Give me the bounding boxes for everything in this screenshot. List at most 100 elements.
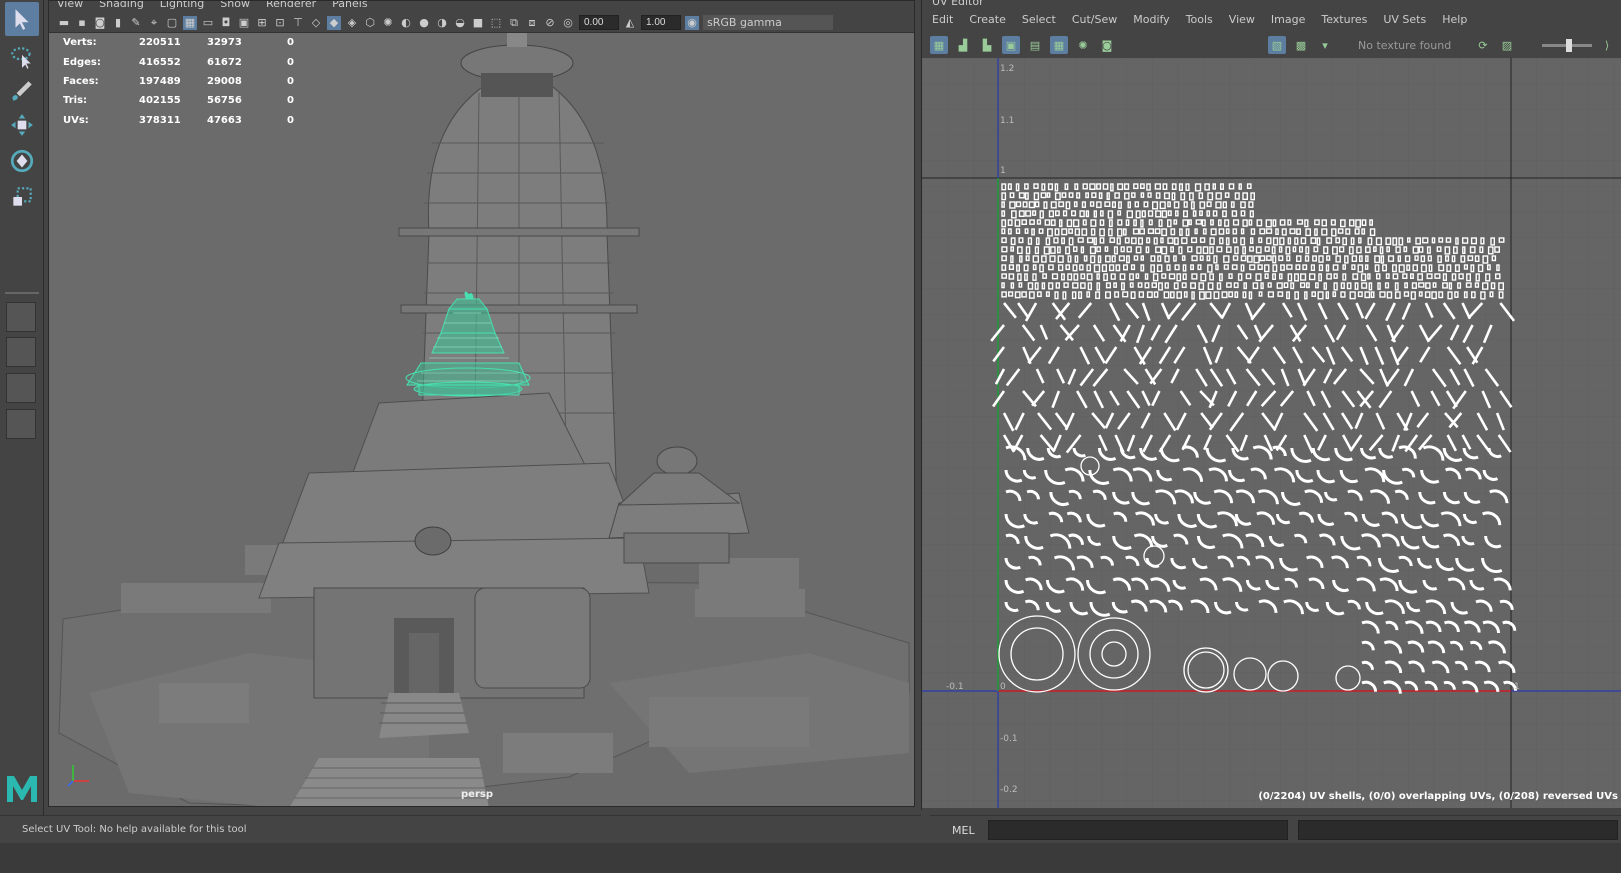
uv-label-x-0: 0	[1000, 682, 1006, 692]
scale-tool-icon[interactable]	[5, 180, 39, 214]
uv-checker-icon[interactable]: ▦	[1050, 36, 1068, 54]
chevron-down-icon[interactable]: ▾	[1316, 36, 1334, 54]
uv-menu-cut-sew[interactable]: Cut/Sew	[1072, 13, 1117, 26]
camera-icon[interactable]: ▬	[57, 16, 71, 30]
menu-lighting[interactable]: Lighting	[160, 1, 204, 13]
shadows-icon[interactable]: ◐	[399, 16, 413, 30]
bottom-strip	[0, 843, 1621, 873]
menu-show[interactable]: Show	[220, 1, 250, 13]
camera-label: persp	[461, 789, 493, 800]
lasso-tool-icon[interactable]	[5, 40, 39, 74]
hud-row-verts: Verts: 220511 32973 0	[63, 37, 294, 49]
uv-checker-toggle-icon[interactable]: ▩	[1292, 36, 1310, 54]
uv-menu-edit[interactable]: Edit	[932, 13, 953, 26]
uv-shell-view-icon[interactable]: ▦	[930, 36, 948, 54]
select-tool-icon[interactable]	[5, 2, 39, 36]
uv-label-y-1: 1	[1000, 166, 1006, 176]
wireframe-icon[interactable]: ◇	[309, 16, 323, 30]
hud-row-faces: Faces: 197489 29008 0	[63, 75, 294, 87]
antialias-icon[interactable]: ◒	[453, 16, 467, 30]
ambient-occlusion-icon[interactable]: ●	[417, 16, 431, 30]
xray-joints-icon[interactable]: ⊘	[543, 16, 557, 30]
menu-shading[interactable]: Shading	[99, 1, 144, 13]
exposure-icon[interactable]: ◎	[561, 16, 575, 30]
grid-toggle-icon[interactable]: ▦	[183, 15, 197, 30]
uv-menu-help[interactable]: Help	[1442, 13, 1467, 26]
xray-icon[interactable]: ⧉	[507, 16, 521, 30]
wireframe-on-shaded-icon[interactable]: ◈	[345, 16, 359, 30]
hud-row-tris: Tris: 402155 56756 0	[63, 95, 294, 107]
field-chart-icon[interactable]: ⊞	[255, 16, 269, 30]
viewport-toolbar: ▬ ▪ ◙ ▮ ✎ ⌖ ▢ ▦ ▭ ◘ ▣ ⊞ ⊡ ⊤ ◇ ◆ ◈ ⬡ ✺ ◐ …	[49, 13, 914, 33]
four-view-layout-icon[interactable]	[6, 337, 36, 367]
textured-icon[interactable]: ⬡	[363, 16, 377, 30]
uv-menu-image[interactable]: Image	[1271, 13, 1305, 26]
outliner-layout-icon[interactable]	[6, 409, 36, 439]
uv-menu-textures[interactable]: Textures	[1321, 13, 1367, 26]
color-management-icon[interactable]: ◉	[685, 15, 699, 30]
image-plane-icon[interactable]: ▮	[111, 16, 125, 30]
gamma-field[interactable]	[641, 15, 681, 30]
mel-label[interactable]: MEL	[952, 824, 975, 837]
menu-renderer[interactable]: Renderer	[266, 1, 316, 13]
uv-snapshot-icon[interactable]: ◙	[1098, 36, 1116, 54]
film-gate-icon[interactable]: ▭	[201, 16, 215, 30]
uv-slider-handle[interactable]	[1566, 38, 1572, 52]
uv-grid-render[interactable]	[922, 58, 1621, 808]
mel-command-input[interactable]	[988, 820, 1288, 840]
menu-panels[interactable]: Panels	[332, 1, 367, 13]
maya-logo-icon	[7, 776, 37, 802]
uv-status-text: (0/2204) UV shells, (0/0) overlapping UV…	[1258, 791, 1618, 802]
resolution-gate-icon[interactable]: ◘	[219, 16, 233, 30]
gate-mask-icon[interactable]: ▣	[237, 16, 251, 30]
rotate-tool-icon[interactable]	[5, 144, 39, 178]
uv-menu-uv-sets[interactable]: UV Sets	[1383, 13, 1426, 26]
perspective-viewport[interactable]: View Shading Lighting Show Renderer Pane…	[48, 0, 915, 807]
smooth-shade-icon[interactable]: ◆	[327, 15, 341, 30]
lights-icon[interactable]: ✺	[381, 16, 395, 30]
hud-row-edges: Edges: 416552 61672 0	[63, 56, 294, 68]
gamma-icon[interactable]: ◭	[623, 16, 637, 30]
grease-pencil-icon[interactable]: ✎	[129, 16, 143, 30]
xray-active-icon[interactable]: ⧈	[525, 16, 539, 30]
safe-title-icon[interactable]: ⊤	[291, 16, 305, 30]
uv-distortion-icon[interactable]: ✺	[1074, 36, 1092, 54]
two-view-layout-icon[interactable]	[6, 373, 36, 403]
uv-menu-create[interactable]: Create	[969, 13, 1006, 26]
uv-image-display-icon[interactable]: ▧	[1268, 36, 1286, 54]
uv-unfold-icon[interactable]: ▙	[978, 36, 996, 54]
uv-menu-tools[interactable]: Tools	[1186, 13, 1213, 26]
scene-render[interactable]	[49, 33, 915, 807]
uv-menu-modify[interactable]: Modify	[1133, 13, 1169, 26]
uv-menu-select[interactable]: Select	[1022, 13, 1056, 26]
uv-canvas[interactable]: 1.2 1.1 1 -0.1 0 1 -0.1 -0.2 (0/2204) UV…	[922, 58, 1621, 808]
exposure-field[interactable]	[579, 15, 619, 30]
single-view-layout-icon[interactable]	[6, 302, 36, 332]
viewport-menubar: View Shading Lighting Show Renderer Pane…	[49, 1, 914, 13]
bookmark-icon[interactable]: ◙	[93, 16, 107, 30]
uv-editor-panel: UV Editor Edit Create Select Cut/Sew Mod…	[921, 0, 1621, 810]
frame-selection-icon[interactable]: ⌖	[147, 16, 161, 30]
uv-image-icon[interactable]: ▨	[1498, 36, 1516, 54]
snapshot-icon[interactable]: ▢	[165, 16, 179, 30]
camera-attributes-icon[interactable]: ▪	[75, 16, 89, 30]
uv-menu-view[interactable]: View	[1229, 13, 1255, 26]
color-space-dropdown[interactable]: sRGB gamma	[703, 15, 833, 30]
uv-brightness-slider[interactable]	[1542, 38, 1592, 52]
uv-pixel-snap-icon[interactable]: ▤	[1026, 36, 1044, 54]
paint-select-icon[interactable]	[5, 74, 39, 108]
depth-of-field-icon[interactable]: ■	[471, 16, 485, 30]
texture-dropdown[interactable]: No texture found	[1358, 39, 1468, 52]
move-tool-icon[interactable]	[5, 108, 39, 142]
menu-view[interactable]: View	[57, 1, 83, 13]
uv-panel-expand-icon[interactable]: ⟩	[1598, 36, 1616, 54]
uv-stack-icon[interactable]: ▟	[954, 36, 972, 54]
help-line: Select UV Tool: No help available for th…	[0, 815, 921, 843]
uv-grid-icon[interactable]: ▣	[1002, 36, 1020, 54]
help-line-text: Select UV Tool: No help available for th…	[22, 824, 247, 835]
motion-blur-icon[interactable]: ◑	[435, 16, 449, 30]
uv-label-y-neg0-2: -0.2	[1000, 785, 1018, 795]
uv-refresh-icon[interactable]: ⟳	[1474, 36, 1492, 54]
isolate-select-icon[interactable]: ⬚	[489, 16, 503, 30]
safe-action-icon[interactable]: ⊡	[273, 16, 287, 30]
